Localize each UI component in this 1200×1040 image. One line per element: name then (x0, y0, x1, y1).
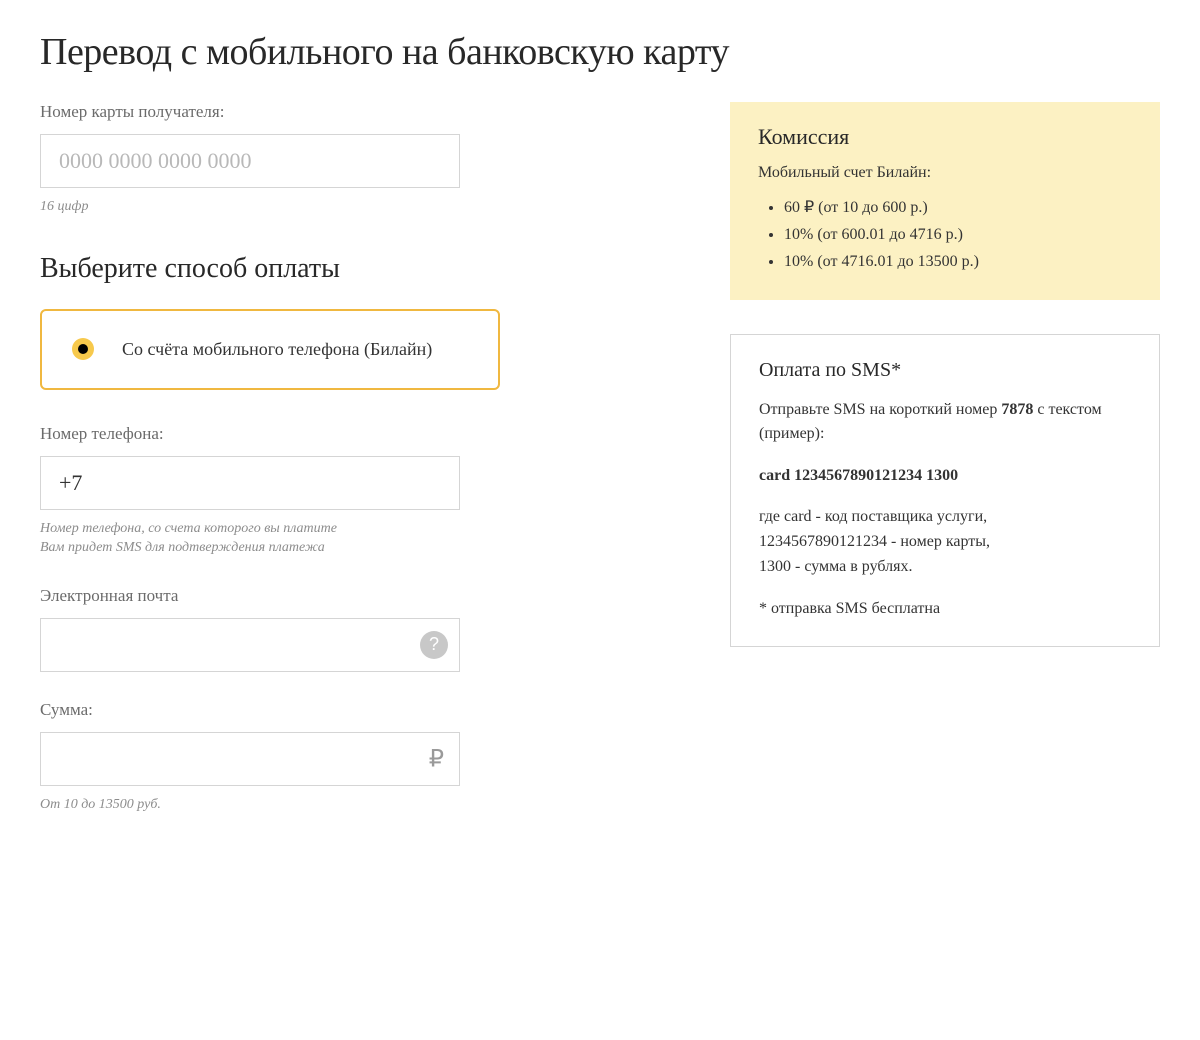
list-item: 10% (от 600.01 до 4716 р.) (784, 221, 1132, 248)
sms-intro: Отправьте SMS на короткий номер 7878 с т… (759, 398, 1131, 448)
card-label: Номер карты получателя: (40, 102, 500, 122)
commission-panel: Комиссия Мобильный счет Билайн: 60 ₽ (от… (730, 102, 1160, 300)
commission-list: 60 ₽ (от 10 до 600 р.) 10% (от 600.01 до… (758, 194, 1132, 276)
sms-panel: Оплата по SMS* Отправьте SMS на короткий… (730, 334, 1160, 647)
sms-explain: где card - код поставщика услуги, 123456… (759, 505, 1131, 579)
payment-method-label: Со счёта мобильного телефона (Билайн) (122, 337, 432, 362)
radio-selected-icon (72, 338, 94, 360)
card-number-input[interactable] (40, 134, 460, 188)
amount-label: Сумма: (40, 700, 500, 720)
list-item: 60 ₽ (от 10 до 600 р.) (784, 194, 1132, 221)
sms-example: card 1234567890121234 1300 (759, 467, 1131, 485)
commission-title: Комиссия (758, 124, 1132, 150)
amount-hint: От 10 до 13500 руб. (40, 796, 500, 815)
phone-hint: Номер телефона, со счета которого вы пла… (40, 520, 500, 558)
email-input[interactable] (40, 618, 460, 672)
commission-subtitle: Мобильный счет Билайн: (758, 164, 1132, 182)
amount-input[interactable] (40, 732, 460, 786)
card-hint: 16 цифр (40, 198, 500, 217)
email-label: Электронная почта (40, 586, 500, 606)
phone-label: Номер телефона: (40, 424, 500, 444)
payment-method-mobile[interactable]: Со счёта мобильного телефона (Билайн) (40, 309, 500, 390)
page-title: Перевод с мобильного на банковскую карту (40, 30, 1160, 74)
sms-title: Оплата по SMS* (759, 359, 1131, 382)
list-item: 10% (от 4716.01 до 13500 р.) (784, 248, 1132, 275)
help-icon[interactable]: ? (420, 631, 448, 659)
phone-input[interactable] (40, 456, 460, 510)
sms-note: * отправка SMS бесплатна (759, 600, 1131, 618)
payment-method-heading: Выберите способ оплаты (40, 253, 500, 285)
